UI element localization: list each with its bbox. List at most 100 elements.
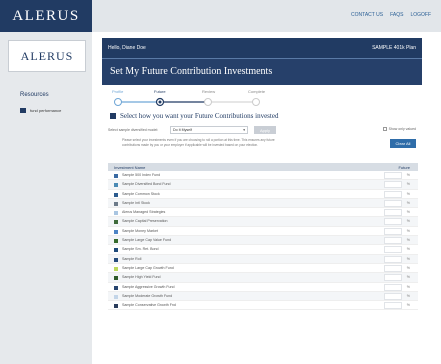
step-review: Review: [202, 89, 216, 94]
model-select-value: Do It Myself: [173, 128, 192, 132]
fund-name[interactable]: Sample Aggressive Growth Fund: [122, 285, 175, 289]
apply-button[interactable]: Apply: [254, 126, 276, 134]
resources-title: Resources: [20, 92, 49, 98]
table-body: Sample 500 Index Fund% Sample Diversified…: [108, 171, 418, 311]
page-title: Set My Future Contribution Investments: [110, 66, 273, 77]
alerus-logo[interactable]: ALERUS: [0, 0, 92, 32]
fund-color-swatch: [114, 201, 118, 206]
sidebar-item-fund-performance[interactable]: fund performance: [20, 108, 61, 113]
chart-icon: [20, 108, 26, 113]
step-profile[interactable]: Profile: [112, 89, 123, 94]
future-percent-input[interactable]: [384, 218, 402, 226]
fund-color-swatch: [114, 304, 118, 309]
table-row: Sample Conservative Growth Fnd%: [108, 301, 418, 311]
percent-sign: %: [406, 219, 410, 224]
future-percent-input[interactable]: [384, 246, 402, 254]
table-row: Sample Common Stock%: [108, 190, 418, 199]
contact-us-link[interactable]: CONTACT US: [351, 12, 383, 18]
table-row: Sample High Yield Fund%: [108, 273, 418, 283]
future-percent-input[interactable]: [384, 227, 402, 235]
table-row: Sample Large Cap Value Fund%: [108, 236, 418, 246]
fund-color-swatch: [114, 285, 118, 290]
checkbox[interactable]: [382, 127, 387, 131]
top-links: CONTACT US FAQS LOGOFF: [351, 12, 431, 18]
table-row: Sample 500 Index Fund%: [108, 171, 418, 181]
model-selector-row: Select sample diversified model: Do It M…: [108, 126, 418, 136]
fund-color-swatch: [114, 183, 118, 188]
model-select-label: Select sample diversified model:: [108, 128, 159, 132]
percent-sign: %: [406, 210, 410, 215]
fund-name[interactable]: Sample Sm. Ret. Bond: [122, 247, 159, 251]
sidebar-logo: ALERUS: [8, 40, 86, 72]
percent-sign: %: [406, 238, 410, 243]
percent-sign: %: [406, 200, 410, 205]
section-title: Select how you want your Future Contribu…: [120, 112, 279, 120]
investment-table: Investment Name Future Sample 500 Index …: [108, 163, 418, 311]
fund-name[interactable]: Sample Intl Stock: [122, 201, 150, 205]
percent-sign: %: [406, 173, 410, 177]
table-row: Sample Intl Stock%: [108, 198, 418, 209]
sidebar: [0, 32, 92, 364]
future-percent-input[interactable]: [384, 237, 402, 245]
model-select[interactable]: Do It Myself ▾: [170, 126, 248, 134]
main-panel: Hello, Diane Doe SAMPLE 401k Plan Set My…: [102, 38, 422, 364]
fund-color-swatch: [114, 174, 118, 178]
future-percent-input[interactable]: [384, 302, 402, 310]
fund-name[interactable]: Sample Capital Preservation: [122, 219, 168, 223]
fund-name[interactable]: Sample Large Cap Growth Fund: [122, 266, 174, 270]
logoff-link[interactable]: LOGOFF: [410, 12, 431, 18]
percent-sign: %: [406, 247, 410, 252]
show-only-label: Show only valued: [388, 127, 416, 131]
page-title-band: Set My Future Contribution Investments: [102, 59, 422, 85]
fund-name[interactable]: Sample Roll: [122, 257, 141, 261]
table-row: Sample Capital Preservation%: [108, 217, 418, 227]
table-header: Investment Name Future: [108, 163, 418, 171]
fund-name[interactable]: Sample Diversified Bond Fund: [122, 182, 171, 186]
fund-color-swatch: [114, 266, 118, 271]
instructions-note: Please select your investments even if y…: [122, 138, 275, 147]
future-percent-input[interactable]: [384, 172, 402, 179]
fund-color-swatch: [114, 276, 118, 281]
fund-name[interactable]: Alerus Managed Strategies: [122, 210, 165, 214]
future-percent-input[interactable]: [384, 292, 402, 300]
fund-name[interactable]: Sample Common Stock: [122, 192, 160, 196]
plan-name[interactable]: SAMPLE 401k Plan: [372, 45, 416, 51]
future-percent-input[interactable]: [384, 274, 402, 282]
fund-color-swatch: [114, 294, 118, 299]
chevron-down-icon: ▾: [243, 128, 245, 132]
future-percent-input[interactable]: [384, 181, 402, 189]
percent-sign: %: [406, 256, 410, 261]
percent-sign: %: [406, 265, 410, 270]
col-investment-name: Investment Name: [114, 165, 146, 170]
future-percent-input[interactable]: [384, 209, 402, 217]
percent-sign: %: [406, 228, 410, 233]
step-future[interactable]: Future: [154, 89, 166, 94]
fund-color-swatch: [114, 257, 118, 262]
clear-all-button[interactable]: Clear All: [390, 139, 416, 148]
fund-name[interactable]: Sample Moderate Growth Fund: [122, 294, 172, 298]
future-percent-input[interactable]: [384, 190, 402, 198]
fund-color-swatch: [114, 229, 118, 234]
percent-sign: %: [406, 275, 410, 280]
fund-color-swatch: [114, 192, 118, 197]
fund-name[interactable]: Sample Conservative Growth Fnd: [122, 303, 176, 307]
future-percent-input[interactable]: [384, 199, 402, 207]
sidebar-item-label: fund performance: [30, 108, 62, 113]
future-percent-input[interactable]: [384, 283, 402, 291]
faqs-link[interactable]: FAQS: [390, 12, 403, 18]
fund-name[interactable]: Sample 500 Index Fund: [122, 173, 160, 177]
step-complete: Complete: [248, 89, 266, 94]
future-percent-input[interactable]: [384, 264, 402, 272]
fund-name[interactable]: Sample Large Cap Value Fund: [122, 238, 171, 242]
table-row: Sample Aggressive Growth Fund%: [108, 283, 418, 292]
fund-name[interactable]: Sample Money Market: [122, 229, 158, 233]
show-only-valued[interactable]: Show only valued: [382, 127, 416, 131]
table-row: Sample Roll%: [108, 254, 418, 264]
future-percent-input[interactable]: [384, 255, 402, 263]
table-row: Sample Money Market%: [108, 227, 418, 237]
percent-sign: %: [406, 191, 410, 196]
hello-text: Hello, Diane Doe: [108, 45, 146, 51]
percent-sign: %: [406, 182, 410, 187]
fund-name[interactable]: Sample High Yield Fund: [122, 275, 161, 279]
section-header: Select how you want your Future Contribu…: [110, 112, 278, 120]
